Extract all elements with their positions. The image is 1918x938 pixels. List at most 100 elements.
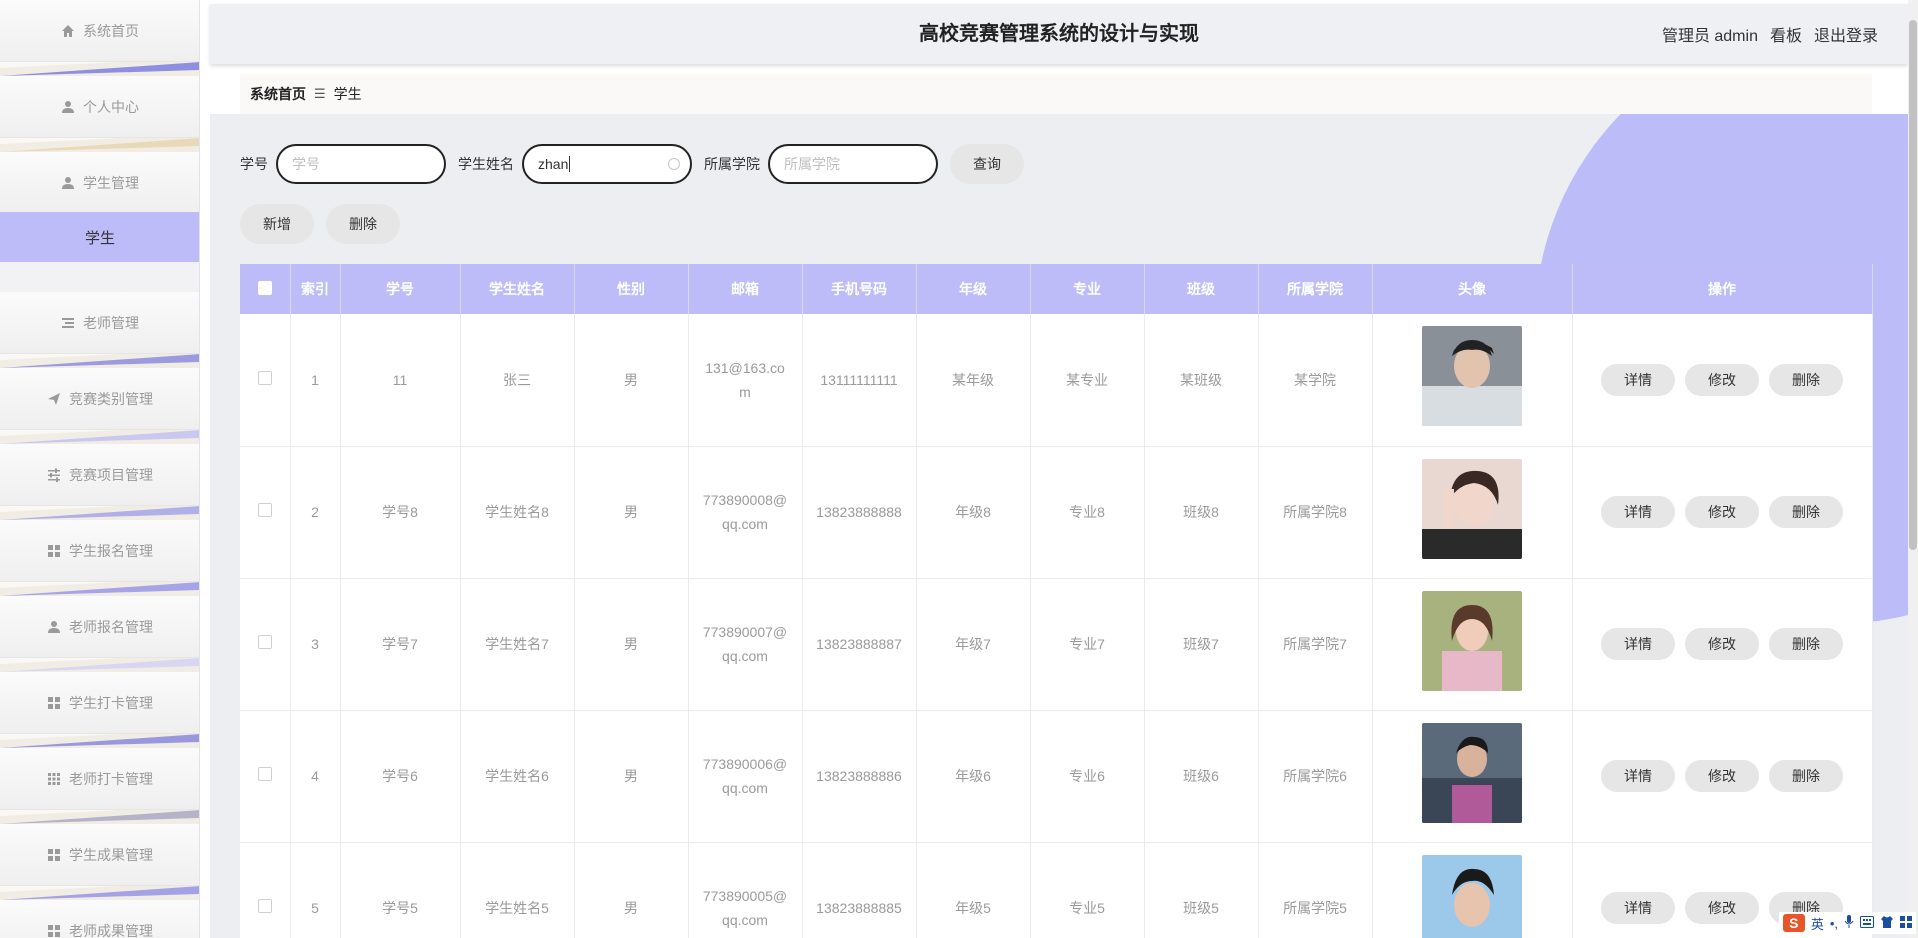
- row-checkbox[interactable]: [257, 370, 272, 385]
- add-button[interactable]: 新增: [240, 204, 314, 244]
- breadcrumb-separator-icon: ☰: [314, 86, 326, 101]
- edit-button[interactable]: 修改: [1685, 363, 1759, 396]
- avatar: [1422, 326, 1522, 427]
- student-no-cell: 11: [340, 314, 461, 447]
- page-title: 高校竞赛管理系统的设计与实现: [919, 23, 1199, 45]
- edit-button[interactable]: 修改: [1685, 892, 1759, 924]
- batch-delete-button[interactable]: 删除: [326, 204, 400, 244]
- delete-button[interactable]: 删除: [1769, 496, 1843, 528]
- select-all-checkbox[interactable]: [257, 280, 272, 295]
- student-name-input[interactable]: zhan: [522, 144, 692, 184]
- phone-cell: 13823888887: [802, 578, 917, 711]
- board-link[interactable]: 看板: [1770, 22, 1802, 46]
- query-button[interactable]: 查询: [950, 144, 1024, 184]
- sidebar-item-button[interactable]: 老师打卡管理: [0, 748, 199, 810]
- delete-button[interactable]: 删除: [1769, 363, 1843, 396]
- checkbox-cell[interactable]: [240, 446, 291, 579]
- class-cell: 班级8: [1144, 446, 1259, 579]
- row-actions: 详情 修改 删除: [1573, 628, 1872, 660]
- sidebar-item[interactable]: 竞赛项目管理: [0, 444, 199, 520]
- sidebar-item[interactable]: 老师成果管理: [0, 900, 199, 938]
- ime-logo-icon[interactable]: S: [1782, 914, 1805, 932]
- sidebar-item[interactable]: 系统首页: [0, 0, 199, 76]
- row-checkbox[interactable]: [257, 503, 272, 517]
- sidebar-item-label: 学生成果管理: [69, 846, 153, 863]
- sidebar-item[interactable]: 竞赛类别管理: [0, 368, 199, 444]
- sidebar-item-button[interactable]: 竞赛类别管理: [0, 368, 199, 430]
- avatar: [1422, 722, 1522, 823]
- sidebar-item-button[interactable]: 学生成果管理: [0, 824, 199, 886]
- detail-button[interactable]: 详情: [1601, 363, 1675, 396]
- sidebar-item-button[interactable]: 老师成果管理: [0, 900, 199, 938]
- ime-mode[interactable]: 英: [1811, 914, 1824, 933]
- email-line-2: qq.com: [722, 516, 768, 532]
- detail-button[interactable]: 详情: [1601, 496, 1675, 528]
- select-all-cell[interactable]: [240, 264, 291, 314]
- email-text: 773890005@ qq.com: [689, 884, 802, 932]
- sidebar-item[interactable]: 老师管理: [0, 292, 199, 368]
- page-scrollbar[interactable]: [1908, 0, 1918, 938]
- edit-button[interactable]: 修改: [1685, 628, 1759, 660]
- sidebar-item-button[interactable]: 老师管理: [0, 292, 199, 354]
- breadcrumb-home[interactable]: 系统首页: [250, 84, 306, 104]
- logout-link[interactable]: 退出登录: [1814, 22, 1878, 46]
- clear-input-icon[interactable]: [668, 158, 680, 170]
- phone-cell: 13111111111: [802, 314, 917, 447]
- column-header: 学号: [340, 264, 461, 314]
- sidebar-item[interactable]: 个人中心: [0, 76, 199, 152]
- punctuation-icon[interactable]: •,: [1830, 916, 1838, 931]
- checkbox-cell[interactable]: [240, 842, 291, 938]
- grade-cell: 年级8: [916, 446, 1031, 579]
- scrollbar-thumb[interactable]: [1909, 20, 1917, 550]
- row-checkbox[interactable]: [257, 767, 272, 781]
- sidebar-item-button[interactable]: 学生打卡管理: [0, 672, 199, 734]
- row-checkbox[interactable]: [257, 635, 272, 649]
- student-name-cell: 学生姓名5: [460, 842, 575, 938]
- sidebar-item[interactable]: 学生打卡管理: [0, 672, 199, 748]
- detail-button[interactable]: 详情: [1601, 892, 1675, 924]
- toolbox-grid-icon[interactable]: [1900, 915, 1912, 931]
- detail-button[interactable]: 详情: [1601, 760, 1675, 792]
- sidebar-item-label: 竞赛类别管理: [69, 390, 153, 407]
- sidebar-item-button[interactable]: 学生管理: [0, 152, 199, 214]
- email-text: 773890008@ qq.com: [689, 488, 802, 536]
- search-form: 学号 学号 学生姓名 zhan 所属学院 所属学院 查询: [240, 144, 1024, 184]
- gender-cell: 男: [574, 842, 689, 938]
- detail-button[interactable]: 详情: [1601, 628, 1675, 660]
- column-header: 所属学院: [1258, 264, 1373, 314]
- sidebar-item[interactable]: 老师报名管理: [0, 596, 199, 672]
- sidebar-item-button[interactable]: 学生报名管理: [0, 520, 199, 582]
- student-no-input[interactable]: 学号: [276, 144, 446, 184]
- row-checkbox[interactable]: [257, 899, 272, 913]
- keyboard-icon[interactable]: [1860, 915, 1874, 931]
- sidebar-item-button[interactable]: 竞赛项目管理: [0, 444, 199, 506]
- header-user-area: 管理员 admin 看板 退出登录: [1662, 4, 1878, 64]
- delete-button[interactable]: 删除: [1769, 760, 1843, 792]
- column-header: 专业: [1030, 264, 1145, 314]
- breadcrumb-current: 学生: [333, 86, 362, 102]
- grade-cell: 年级6: [916, 710, 1031, 843]
- checkbox-cell[interactable]: [240, 314, 291, 447]
- student-name-value: zhan: [538, 156, 569, 172]
- class-cell: 某班级: [1144, 314, 1259, 447]
- column-header: 手机号码: [802, 264, 917, 314]
- student-no-cell: 学号6: [340, 710, 461, 843]
- email-cell: 131@163.co m: [688, 314, 803, 447]
- delete-button[interactable]: 删除: [1769, 628, 1843, 660]
- sidebar-item-button[interactable]: 个人中心: [0, 76, 199, 138]
- sidebar-item-button[interactable]: 系统首页: [0, 0, 199, 62]
- skin-icon[interactable]: [1880, 915, 1894, 931]
- sidebar: 系统首页个人中心学生管理老师管理竞赛类别管理竞赛项目管理 学生报名管理 老师报名管理…: [0, 0, 200, 938]
- edit-button[interactable]: 修改: [1685, 760, 1759, 792]
- grid-icon: [47, 696, 61, 710]
- sidebar-item[interactable]: 学生报名管理: [0, 520, 199, 596]
- microphone-icon[interactable]: [1844, 914, 1854, 932]
- college-input[interactable]: 所属学院: [768, 144, 938, 184]
- sidebar-item[interactable]: 学生成果管理: [0, 824, 199, 900]
- sidebar-item[interactable]: 老师打卡管理: [0, 748, 199, 824]
- checkbox-cell[interactable]: [240, 710, 291, 843]
- checkbox-cell[interactable]: [240, 578, 291, 711]
- sidebar-item-button[interactable]: 老师报名管理: [0, 596, 199, 658]
- sidebar-sub-item-student[interactable]: 学生: [0, 212, 199, 262]
- edit-button[interactable]: 修改: [1685, 496, 1759, 528]
